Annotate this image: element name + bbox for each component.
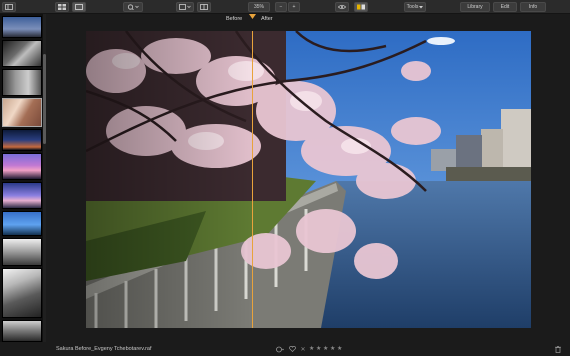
crop-icon: [179, 4, 191, 10]
library-tab[interactable]: Library: [460, 2, 490, 12]
main-photo[interactable]: [86, 31, 531, 328]
single-view-icon: [75, 4, 83, 10]
filmstrip-thumbnail[interactable]: [2, 129, 42, 151]
library-tab-label: Library: [467, 4, 483, 10]
eye-search-icon: [127, 4, 139, 10]
preview-button[interactable]: [335, 2, 349, 12]
zoom-in-icon: +: [292, 4, 296, 10]
rating-star-5[interactable]: ★: [337, 345, 342, 352]
sidebar-icon: [5, 4, 13, 10]
trash-icon: [555, 345, 561, 353]
view-mode-dropdown[interactable]: [123, 2, 143, 12]
filmstrip-thumbnail[interactable]: [2, 40, 42, 67]
eye-icon: [338, 4, 346, 10]
delete-button[interactable]: [554, 345, 562, 353]
image-filename: Sakura Before_Evgeny Tchebotarev.raf: [56, 346, 152, 352]
compare-icon: [200, 4, 208, 10]
heart-icon: [288, 346, 296, 352]
flag-button[interactable]: [354, 2, 368, 12]
filmstrip-thumbnail-selected[interactable]: [2, 98, 42, 127]
after-label: After: [261, 16, 273, 22]
circle-tag-icon: [276, 346, 284, 352]
rating-star-2[interactable]: ★: [316, 345, 321, 352]
image-viewer: Before After: [46, 14, 570, 342]
edit-tab[interactable]: Edit: [493, 2, 517, 12]
grid-icon: [58, 4, 66, 10]
filmstrip-thumbnail[interactable]: [2, 268, 42, 318]
filmstrip-thumbnail[interactable]: [2, 211, 42, 236]
flag-icon: [357, 4, 365, 10]
rating-star-4[interactable]: ★: [330, 345, 335, 352]
filmstrip-thumbnail[interactable]: [2, 320, 42, 342]
single-view-button[interactable]: [72, 2, 86, 12]
filmstrip-thumbnail[interactable]: [2, 238, 42, 266]
compare-handle-icon[interactable]: [249, 14, 256, 20]
zoom-in-button[interactable]: +: [288, 2, 300, 12]
sidebar-toggle-button[interactable]: [2, 2, 16, 12]
status-bar: Sakura Before_Evgeny Tchebotarev.raf ✕ ★…: [0, 342, 570, 356]
grid-view-button[interactable]: [55, 2, 69, 12]
rating-star-1[interactable]: ★: [309, 345, 314, 352]
filmstrip: [0, 14, 46, 342]
rating-star-3[interactable]: ★: [323, 345, 328, 352]
reject-icon[interactable]: ✕: [299, 345, 307, 353]
tools-label: Tools: [406, 4, 419, 10]
filmstrip-thumbnail[interactable]: [2, 182, 42, 209]
top-toolbar: 35% − + Tools Library Edit Info: [0, 0, 570, 14]
info-tab[interactable]: Info: [520, 2, 546, 12]
zoom-value: 35%: [253, 4, 264, 10]
tools-dropdown[interactable]: Tools: [404, 2, 426, 12]
edit-tab-label: Edit: [500, 4, 510, 10]
tools-dropdown-icon: [419, 5, 424, 8]
filmstrip-thumbnail[interactable]: [2, 16, 42, 38]
info-tab-label: Info: [528, 4, 538, 10]
crop-dropdown[interactable]: [176, 2, 194, 12]
cherry-blossom-photo: [86, 31, 531, 328]
zoom-out-icon: −: [279, 4, 283, 10]
favorite-button[interactable]: [288, 345, 296, 353]
color-tag-button[interactable]: [276, 345, 284, 353]
before-label: Before: [226, 16, 243, 22]
zoom-out-button[interactable]: −: [275, 2, 287, 12]
zoom-level-dropdown[interactable]: 35%: [248, 2, 270, 12]
filmstrip-thumbnail[interactable]: [2, 69, 42, 96]
compare-button[interactable]: [197, 2, 211, 12]
filmstrip-thumbnail[interactable]: [2, 153, 42, 180]
compare-divider[interactable]: [252, 31, 253, 328]
